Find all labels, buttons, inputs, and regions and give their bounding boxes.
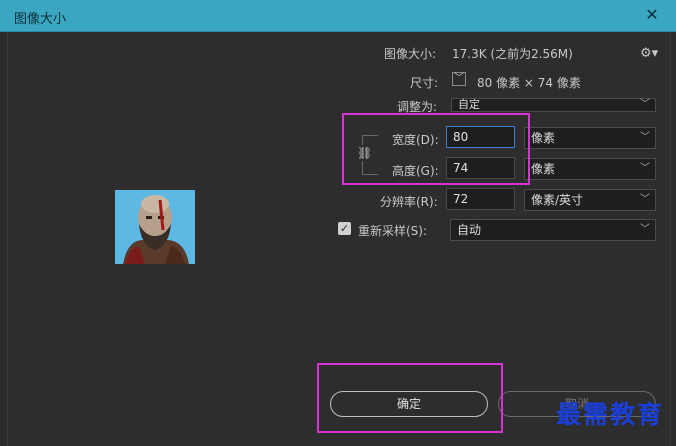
gear-icon[interactable]: ⚙▾ [640, 46, 658, 61]
portrait-thumbnail [115, 190, 195, 264]
resolution-unit-value: 像素/英寸 [531, 193, 584, 207]
image-size-value: 17.3K (之前为2.56M) [452, 47, 573, 61]
resample-select[interactable]: 自动 ﹀ [450, 219, 656, 241]
highlight-box-dimensions [342, 113, 530, 185]
resolution-label: 分辨率(R): [380, 195, 438, 209]
fit-to-select[interactable]: 自定 ﹀ [451, 98, 656, 112]
close-icon[interactable]: ✕ [640, 4, 664, 26]
watermark-logo: 最需教育 [556, 400, 665, 429]
chevron-down-icon: ﹀ [640, 132, 650, 143]
title-bar: 图像大小 ✕ [0, 0, 676, 32]
window-title: 图像大小 [14, 12, 67, 27]
resolution-input[interactable]: 72 [446, 188, 515, 210]
image-preview[interactable] [115, 190, 195, 264]
chevron-down-icon: ﹀ [640, 163, 650, 174]
chevron-down-icon: ﹀ [640, 224, 650, 235]
dimensions-value: 80 像素 × 74 像素 [477, 76, 581, 90]
resample-value: 自动 [457, 223, 482, 237]
dimensions-label: 尺寸: [410, 76, 439, 90]
resolution-unit-select[interactable]: 像素/英寸 ﹀ [524, 189, 656, 211]
resample-checkbox[interactable]: ✓ [338, 222, 351, 235]
highlight-box-ok [317, 363, 503, 433]
chevron-down-icon: ﹀ [640, 99, 650, 110]
dimensions-unit-chevron-icon[interactable]: ﹀ [452, 72, 466, 86]
width-unit-select[interactable]: 像素 ﹀ [524, 127, 656, 149]
chevron-down-icon: ﹀ [640, 194, 650, 205]
height-unit-select[interactable]: 像素 ﹀ [524, 158, 656, 180]
width-unit-value: 像素 [531, 131, 556, 145]
fit-to-value: 自定 [458, 98, 480, 111]
image-size-label: 图像大小: [384, 47, 437, 61]
height-unit-value: 像素 [531, 162, 556, 176]
resample-label: 重新采样(S): [358, 224, 428, 238]
